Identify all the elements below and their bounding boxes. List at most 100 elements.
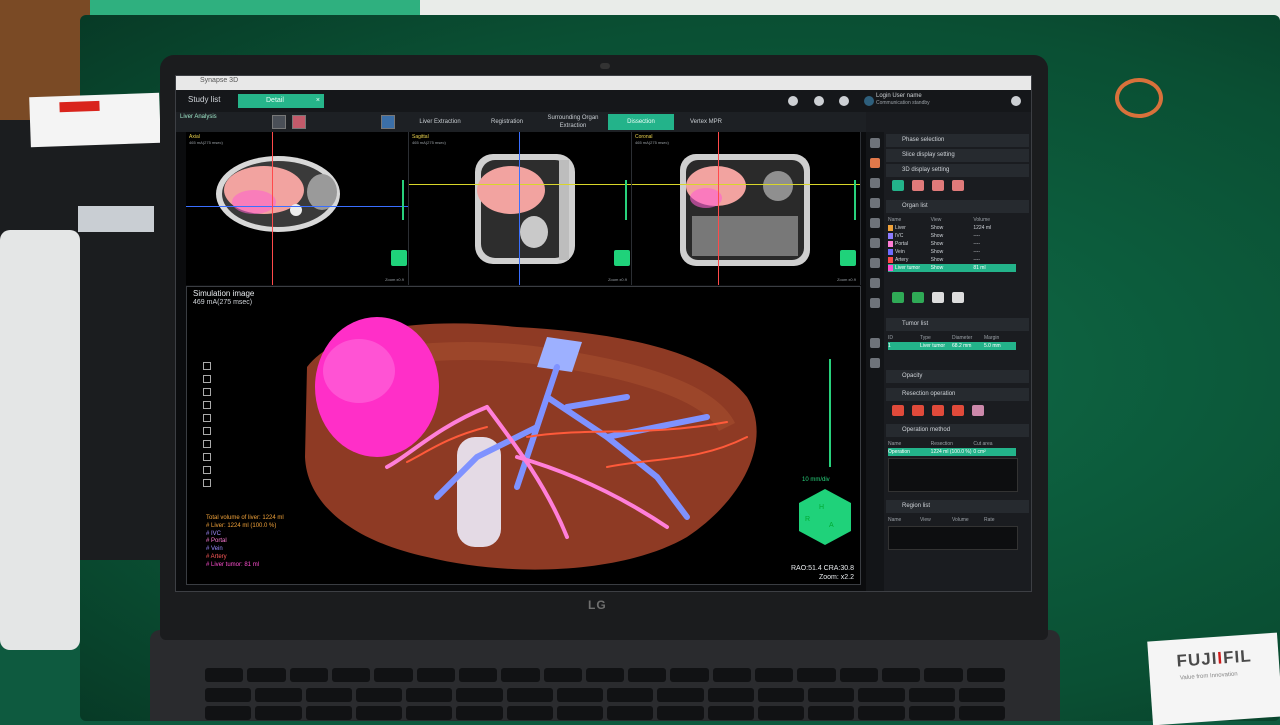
table-header: Name Resection Cut area	[888, 440, 1016, 448]
section-resection[interactable]: Resection operation	[886, 388, 1029, 401]
close-icon[interactable]: ×	[316, 94, 320, 108]
zoom-readout: Zoom x0.9	[837, 277, 856, 282]
camera-icon[interactable]	[870, 238, 880, 248]
crosshair-horizontal[interactable]	[409, 184, 631, 185]
section-slice-display[interactable]: Slice display setting	[886, 149, 1029, 162]
section-tumor-list[interactable]: Tumor list	[886, 318, 1029, 331]
crosshair-horizontal[interactable]	[632, 184, 860, 185]
table-row[interactable]: Vein Show ----	[888, 248, 1016, 256]
tool-icon[interactable]	[870, 298, 880, 308]
table-cell: Artery	[888, 256, 931, 264]
login-user: Login User name	[876, 93, 922, 99]
orientation-cube-icon[interactable]	[391, 250, 407, 266]
tab-liver-extraction[interactable]: Liver Extraction	[406, 114, 474, 130]
cut-icon[interactable]	[912, 405, 924, 416]
table-cell: Vein	[888, 248, 931, 256]
organ-icon[interactable]	[912, 180, 924, 191]
device-label	[78, 206, 154, 232]
crosshair-vertical[interactable]	[519, 132, 520, 285]
gear-icon[interactable]	[839, 96, 849, 106]
orientation-cube-icon[interactable]: H R A	[795, 487, 855, 547]
table-cell: ----	[973, 233, 981, 239]
column-header: Volume	[973, 217, 991, 223]
organ-icon[interactable]	[870, 158, 880, 168]
key-row	[205, 668, 1005, 682]
table-row[interactable]: IVC Show ----	[888, 232, 1016, 240]
help-icon[interactable]	[814, 96, 824, 106]
tab-registration[interactable]: Registration	[476, 114, 538, 130]
table-cell: Show	[930, 241, 944, 247]
cut-icon[interactable]	[972, 405, 984, 416]
axial-view[interactable]: Axial 465 mA(275 msec) Zoom x0.9	[186, 132, 409, 285]
tab-vertex-mpr[interactable]: Vertex MPR	[676, 114, 736, 130]
region-list	[888, 526, 1018, 550]
section-3d-display[interactable]: 3D display setting	[886, 164, 1029, 177]
crosshair-vertical[interactable]	[718, 132, 719, 285]
liver-icon[interactable]	[892, 180, 904, 191]
simulation-3d-view[interactable]: Simulation image 469 mA(275 msec) 10 mm/…	[186, 286, 861, 585]
star-icon[interactable]	[870, 258, 880, 268]
camera-icon[interactable]	[788, 96, 798, 106]
add-icon[interactable]	[892, 292, 904, 303]
operation-table: Name Resection Cut area Operation 1224 ml (1…	[888, 440, 1016, 456]
chevron-icon[interactable]	[870, 138, 880, 148]
table-cell: 68.2 mm	[952, 343, 972, 349]
laptop-logo: LG	[588, 598, 607, 612]
table-cell: Show	[930, 249, 944, 255]
orientation-cube-icon[interactable]	[614, 250, 630, 266]
column-header: Cut area	[973, 441, 993, 447]
delete-icon[interactable]	[952, 292, 964, 303]
measure-icon[interactable]	[870, 198, 880, 208]
legend-item: # IVC	[206, 530, 222, 537]
copy-icon[interactable]	[932, 292, 944, 303]
table-cell: 81 ml	[973, 265, 986, 271]
table-cell: Portal	[888, 240, 931, 248]
layout-icon[interactable]	[272, 115, 286, 129]
operation-list	[888, 458, 1018, 492]
contrast-icon[interactable]	[870, 178, 880, 188]
section-phase-selection[interactable]: Phase selection	[886, 134, 1029, 147]
section-organ-list[interactable]: Organ list	[886, 200, 1029, 213]
cut-icon[interactable]	[932, 405, 944, 416]
avatar[interactable]	[864, 96, 874, 106]
table-row[interactable]: Liver Show 1224 ml	[888, 224, 1016, 232]
section-operation-method[interactable]: Operation method	[886, 424, 1029, 437]
step-icon[interactable]	[870, 338, 880, 348]
scale-bar	[829, 359, 831, 467]
table-row[interactable]: Liver tumor Show 81 ml	[888, 264, 1016, 272]
axial-ct-slice	[216, 156, 340, 232]
section-region-list[interactable]: Region list	[886, 500, 1029, 513]
cut-icon[interactable]	[952, 405, 964, 416]
tab-dissection[interactable]: Dissection	[608, 114, 674, 130]
tool-icon[interactable]	[381, 115, 395, 129]
legend-item: Total volume of liver: 1224 ml	[206, 515, 284, 521]
power-icon[interactable]	[1011, 96, 1021, 106]
organ-icon[interactable]	[292, 115, 306, 129]
table-row[interactable]: Portal Show ----	[888, 240, 1016, 248]
crosshair-vertical[interactable]	[272, 132, 273, 285]
section-opacity[interactable]: Opacity	[886, 370, 1029, 383]
edit-icon[interactable]	[912, 292, 924, 303]
organ-icon[interactable]	[932, 180, 944, 191]
column-header: Rate	[984, 517, 995, 523]
crosshair-horizontal[interactable]	[186, 206, 408, 207]
table-row[interactable]: Operation 1224 ml (100.0 %) 0 cm²	[888, 448, 1016, 456]
table-cell: Liver	[888, 224, 931, 232]
table-row[interactable]: 1 Liver tumor 68.2 mm 5.0 mm	[888, 342, 1016, 350]
table-cell: ----	[973, 241, 981, 247]
app-screen: Synapse 3D Study list Detail × Login Use…	[175, 75, 1032, 592]
ruler-icon[interactable]	[870, 218, 880, 228]
coronal-view[interactable]: Coronal 465 mA(275 msec) Zoom x0.9	[632, 132, 861, 285]
study-list-button[interactable]: Study list	[188, 95, 220, 104]
organ-icon[interactable]	[952, 180, 964, 191]
video-icon[interactable]	[870, 358, 880, 368]
tool-icon[interactable]	[870, 278, 880, 288]
tab-surrounding-organ[interactable]: Surrounding Organ Extraction	[540, 114, 606, 130]
cut-icon[interactable]	[892, 405, 904, 416]
analysis-label: Liver Analysis	[180, 114, 217, 120]
active-study-tab[interactable]: Detail ×	[238, 94, 324, 108]
table-cell: 1	[888, 343, 891, 349]
table-row[interactable]: Artery Show ----	[888, 256, 1016, 264]
sagittal-view[interactable]: Sagittal 465 mA(275 msec) Zoom x0.9	[409, 132, 632, 285]
orientation-cube-icon[interactable]	[840, 250, 856, 266]
